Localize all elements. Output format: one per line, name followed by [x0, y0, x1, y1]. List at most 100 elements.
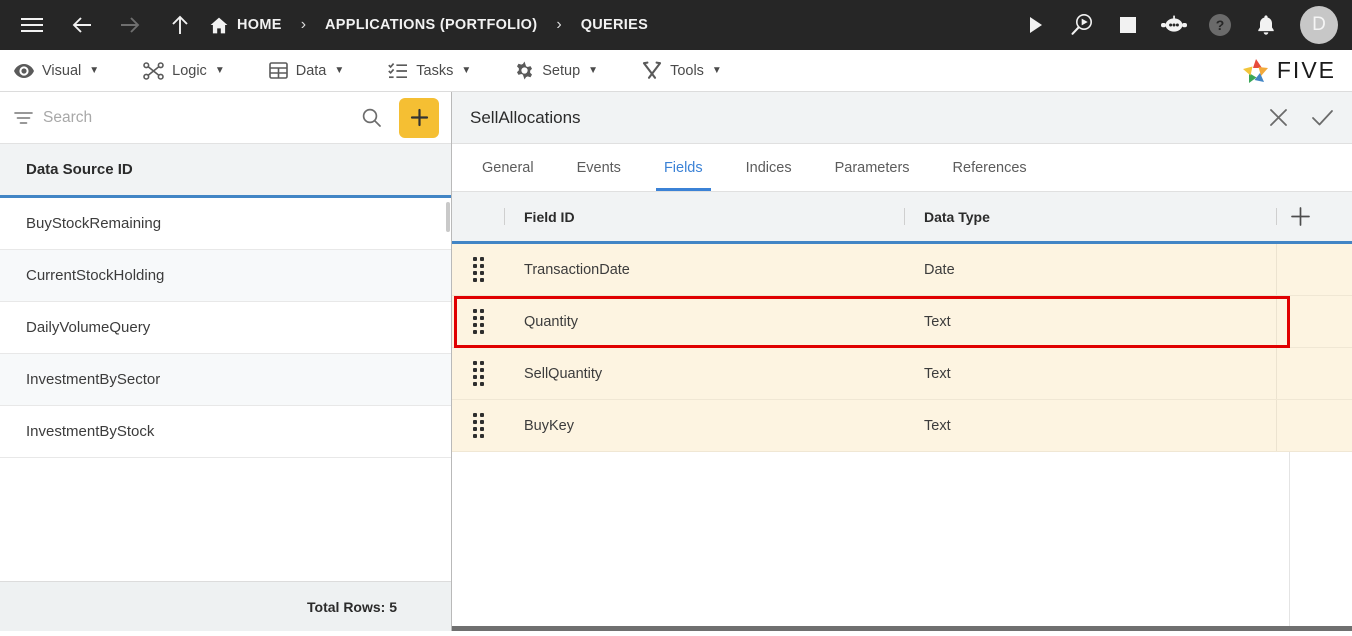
breadcrumb-separator: › [300, 16, 307, 33]
breadcrumb-label: APPLICATIONS (PORTFOLIO) [325, 17, 538, 33]
list-item-label: CurrentStockHolding [26, 267, 165, 284]
list-item[interactable]: CurrentStockHolding [0, 250, 451, 302]
breadcrumb-item-applications[interactable]: APPLICATIONS (PORTFOLIO) [323, 17, 539, 33]
plus-icon [1290, 206, 1311, 227]
cell-extra [1276, 244, 1352, 295]
column-header-data-type[interactable]: Data Type [904, 192, 1276, 241]
detail-header: SellAllocations [452, 92, 1352, 144]
fields-grid: Field ID Data Type TransactionDate Date … [452, 192, 1352, 631]
chevron-down-icon: ▼ [461, 64, 472, 76]
drag-dots-icon[interactable] [452, 413, 504, 438]
search-input[interactable] [43, 108, 344, 127]
menu-label: Tasks [416, 62, 454, 79]
menu-tools[interactable]: Tools ▼ [642, 61, 740, 80]
chevron-down-icon: ▼ [334, 64, 345, 76]
tab-fields[interactable]: Fields [652, 144, 715, 191]
assistant-icon[interactable] [1156, 7, 1192, 43]
cell-data-type[interactable]: Text [904, 296, 1276, 347]
menu-label: Setup [542, 62, 581, 79]
data-source-list: BuyStockRemaining CurrentStockHolding Da… [0, 198, 451, 581]
check-icon[interactable] [1311, 107, 1334, 128]
notifications-icon[interactable] [1248, 7, 1284, 43]
add-field-button[interactable] [1276, 192, 1352, 241]
tab-general[interactable]: General [470, 144, 546, 191]
sidebar-scrollbar[interactable] [445, 198, 451, 581]
chevron-down-icon: ▼ [89, 64, 100, 76]
drag-dots-icon[interactable] [452, 361, 504, 386]
list-item[interactable]: InvestmentBySector [0, 354, 451, 406]
page-title: SellAllocations [470, 107, 581, 127]
breadcrumb-separator: › [556, 16, 562, 33]
cell-field-id[interactable]: SellQuantity [504, 348, 904, 399]
detail-panel: SellAllocations General Events Fields In… [452, 92, 1352, 631]
list-column-header[interactable]: Data Source ID [0, 144, 451, 198]
chevron-down-icon: ▼ [214, 64, 225, 76]
menu-label: Data [295, 62, 327, 79]
menu-logic[interactable]: Logic ▼ [143, 61, 243, 80]
cell-field-id[interactable]: Quantity [504, 296, 904, 347]
detail-actions [1268, 107, 1334, 128]
cell-extra [1276, 348, 1352, 399]
table-row[interactable]: BuyKey Text [452, 400, 1352, 452]
close-icon[interactable] [1268, 107, 1289, 128]
table-row[interactable]: SellQuantity Text [452, 348, 1352, 400]
filter-icon[interactable] [14, 111, 33, 125]
list-item-label: BuyStockRemaining [26, 215, 162, 232]
menu-label: Tools [670, 62, 704, 79]
list-item[interactable]: BuyStockRemaining [0, 198, 451, 250]
cell-extra [1276, 400, 1352, 451]
avatar[interactable]: D [1300, 6, 1338, 44]
five-logo-text: FIVE [1276, 57, 1336, 83]
grid-header-row: Field ID Data Type [452, 192, 1352, 244]
drag-dots-icon[interactable] [452, 257, 504, 282]
tab-indices[interactable]: Indices [734, 144, 804, 191]
run-icon[interactable] [1018, 7, 1054, 43]
chevron-down-icon: ▼ [588, 64, 599, 76]
total-rows-label: Total Rows: 5 [0, 581, 451, 631]
scrollbar-thumb[interactable] [446, 202, 450, 232]
cell-data-type[interactable]: Text [904, 348, 1276, 399]
top-navigation-bar: HOME › APPLICATIONS (PORTFOLIO) › QUERIE… [0, 0, 1352, 50]
table-row[interactable]: Quantity Text [452, 296, 1352, 348]
stop-icon[interactable] [1110, 7, 1146, 43]
hamburger-icon[interactable] [14, 7, 50, 43]
module-menu-bar: Visual ▼ Logic ▼ Data ▼ Tasks ▼ Setup ▼ … [0, 50, 1352, 92]
breadcrumb-label: HOME [237, 17, 282, 33]
table-row[interactable]: TransactionDate Date [452, 244, 1352, 296]
menu-tasks[interactable]: Tasks ▼ [388, 62, 489, 79]
grid-column-divider [1289, 452, 1290, 626]
debug-icon[interactable] [1064, 7, 1100, 43]
tab-references[interactable]: References [941, 144, 1039, 191]
tab-events[interactable]: Events [565, 144, 633, 191]
menu-label: Visual [42, 62, 82, 79]
search-icon[interactable] [354, 108, 389, 127]
menu-data[interactable]: Data ▼ [268, 62, 363, 79]
up-button[interactable] [162, 7, 198, 43]
menu-visual[interactable]: Visual ▼ [14, 63, 117, 79]
cell-field-id[interactable]: TransactionDate [504, 244, 904, 295]
plus-icon [410, 108, 429, 127]
cell-field-id[interactable]: BuyKey [504, 400, 904, 451]
breadcrumb-item-queries[interactable]: QUERIES [579, 17, 650, 33]
help-icon[interactable]: ? [1202, 7, 1238, 43]
tab-label: Fields [663, 159, 703, 176]
cell-data-type[interactable]: Date [904, 244, 1276, 295]
breadcrumb: HOME › APPLICATIONS (PORTFOLIO) › QUERIE… [208, 16, 650, 34]
tab-parameters[interactable]: Parameters [823, 144, 922, 191]
search-bar [0, 92, 451, 144]
forward-button[interactable] [112, 7, 148, 43]
drag-dots-icon[interactable] [452, 309, 504, 334]
app-root: HOME › APPLICATIONS (PORTFOLIO) › QUERIE… [0, 0, 1352, 636]
cell-data-type[interactable]: Text [904, 400, 1276, 451]
list-item[interactable]: DailyVolumeQuery [0, 302, 451, 354]
back-button[interactable] [64, 7, 100, 43]
breadcrumb-item-home[interactable]: HOME [208, 17, 284, 34]
list-item[interactable]: InvestmentByStock [0, 406, 451, 458]
tab-label: Events [576, 159, 621, 176]
menu-setup[interactable]: Setup ▼ [515, 61, 616, 80]
column-header-field-id[interactable]: Field ID [504, 192, 904, 241]
checklist-icon [388, 62, 408, 79]
list-item-label: DailyVolumeQuery [26, 319, 151, 336]
cell-extra [1276, 296, 1352, 347]
add-record-button[interactable] [399, 97, 439, 138]
